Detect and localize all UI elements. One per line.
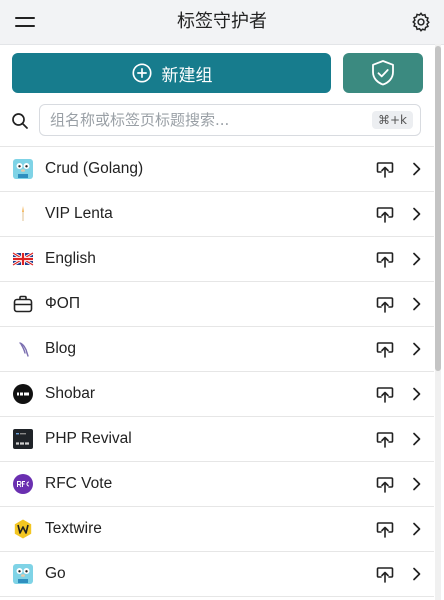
chevron-right-icon[interactable] <box>410 341 422 357</box>
chevron-right-icon[interactable] <box>410 251 422 267</box>
gear-icon[interactable] <box>410 11 432 33</box>
upload-icon[interactable] <box>375 159 395 179</box>
group-row[interactable]: English <box>0 237 434 282</box>
textwire-icon <box>14 519 32 539</box>
group-name: ФОП <box>45 295 80 312</box>
upload-icon[interactable] <box>375 204 395 224</box>
group-row[interactable]: Blog <box>0 327 434 372</box>
group-name: Shobar <box>45 385 95 402</box>
group-list: Crud (Golang) VIP Lenta English ФОП Blog… <box>0 146 434 597</box>
briefcase-icon <box>13 295 33 313</box>
group-name: RFC Vote <box>45 475 113 492</box>
group-row[interactable]: RFC Vote <box>0 462 434 507</box>
chevron-right-icon[interactable] <box>410 386 422 402</box>
guard-button[interactable] <box>343 53 423 93</box>
chevron-right-icon[interactable] <box>410 566 422 582</box>
search-icon <box>12 113 28 129</box>
group-name: Crud (Golang) <box>45 160 144 177</box>
upload-icon[interactable] <box>375 519 395 539</box>
scrollbar[interactable] <box>435 44 441 600</box>
upload-icon[interactable] <box>375 564 395 584</box>
php-icon <box>13 429 33 449</box>
app-header: 标签守护者 <box>0 0 444 45</box>
gopher-icon <box>13 159 33 179</box>
group-name: Textwire <box>45 520 102 537</box>
group-row[interactable]: ФОП <box>0 282 434 327</box>
scrollbar-thumb[interactable] <box>435 46 441 371</box>
search-field[interactable]: ⌘+k <box>39 104 421 136</box>
new-group-label: 新建组 <box>161 65 213 86</box>
new-group-button[interactable]: 新建组 <box>12 53 331 93</box>
chevron-right-icon[interactable] <box>410 161 422 177</box>
gopher-icon <box>13 564 33 584</box>
group-row[interactable]: Shobar <box>0 372 434 417</box>
page-title: 标签守护者 <box>177 11 267 32</box>
quill-icon <box>19 342 29 357</box>
plus-circle-icon <box>131 63 152 83</box>
upload-icon[interactable] <box>375 294 395 314</box>
chevron-right-icon[interactable] <box>410 296 422 312</box>
group-row[interactable]: Go <box>0 552 434 597</box>
shield-check-icon <box>372 60 394 86</box>
group-row[interactable]: Crud (Golang) <box>0 147 434 192</box>
group-name: VIP Lenta <box>45 205 113 222</box>
shortcut-badge: ⌘+k <box>371 111 413 129</box>
rfc-icon <box>13 474 33 494</box>
group-name: English <box>45 250 96 267</box>
group-row[interactable]: VIP Lenta <box>0 192 434 237</box>
group-name: PHP Revival <box>45 430 132 447</box>
chevron-right-icon[interactable] <box>410 521 422 537</box>
shobar-icon <box>13 384 33 404</box>
uk-flag-icon <box>12 251 34 267</box>
upload-icon[interactable] <box>375 474 395 494</box>
upload-icon[interactable] <box>375 339 395 359</box>
upload-icon[interactable] <box>375 384 395 404</box>
group-row[interactable]: PHP Revival <box>0 417 434 462</box>
upload-icon[interactable] <box>375 429 395 449</box>
search-input[interactable] <box>50 105 370 135</box>
upload-icon[interactable] <box>375 249 395 269</box>
chevron-right-icon[interactable] <box>410 206 422 222</box>
chevron-right-icon[interactable] <box>410 431 422 447</box>
chevron-right-icon[interactable] <box>410 476 422 492</box>
group-name: Blog <box>45 340 77 357</box>
group-name: Go <box>45 565 66 582</box>
group-row[interactable]: Textwire <box>0 507 434 552</box>
lenta-icon <box>22 206 24 221</box>
